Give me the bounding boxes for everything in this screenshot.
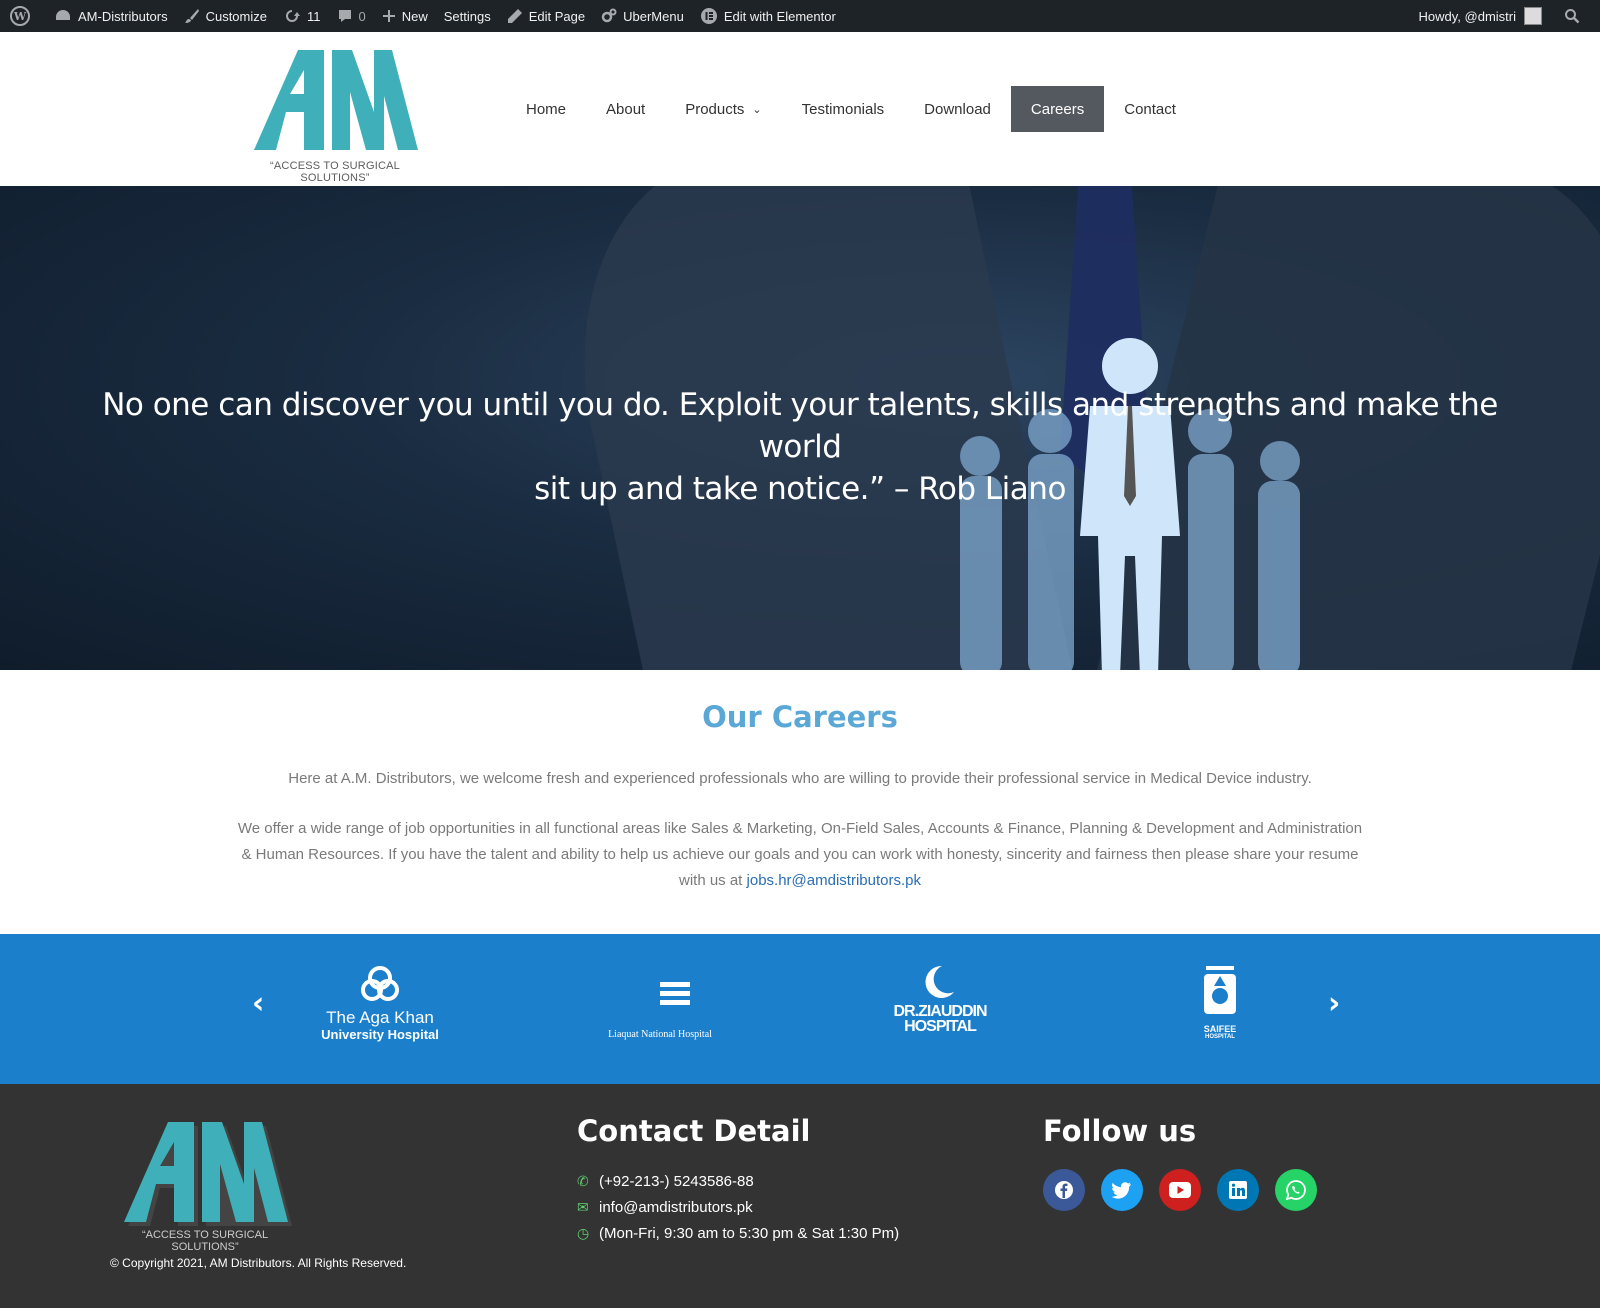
contact-email-text: info@amdistributors.pk (599, 1198, 753, 1216)
edit-elementor-label: Edit with Elementor (723, 8, 836, 24)
elementor-icon (700, 8, 717, 24)
gears-icon (601, 8, 617, 23)
careers-title: Our Careers (702, 700, 898, 734)
ubermenu-label: UberMenu (623, 8, 684, 24)
partner-subname: HOSPITAL (904, 1018, 977, 1035)
contact-phone-text: (+92-213-) 5243586-88 (599, 1172, 754, 1190)
site-name-label: AM-Distributors (78, 8, 168, 24)
comment-icon (338, 10, 351, 22)
nav-item-products[interactable]: Products ⌄ (665, 86, 781, 132)
copyright-text: © Copyright 2021, AM Distributors. All R… (110, 1256, 407, 1270)
admin-search-icon[interactable] (1550, 0, 1600, 32)
site-footer: “ACCESS TO SURGICAL SOLUTIONS” © Copyrig… (0, 1084, 1600, 1308)
partner-name: DR.ZIAUDDIN (893, 1003, 988, 1020)
nav-item-testimonials[interactable]: Testimonials (782, 86, 905, 132)
partner-logo-aga-khan: The Aga Khan University Hospital (310, 964, 450, 1054)
careers-section: Our Careers Here at A.M. Distributors, w… (0, 670, 1600, 934)
partner-subname: University Hospital (321, 1027, 439, 1042)
chevron-left-icon[interactable]: ‹ (252, 986, 264, 1021)
chevron-down-icon: ⌄ (752, 103, 762, 116)
updates-link[interactable]: 11 (275, 0, 329, 32)
logo-tagline: “ACCESS TO SURGICAL SOLUTIONS” (270, 160, 400, 184)
social-links (1043, 1169, 1333, 1211)
partner-logo-saifee: SAIFEE HOSPITAL (1190, 964, 1250, 1054)
liaquat-logo-icon (634, 970, 690, 1018)
am-logo-icon (254, 50, 418, 150)
edit-page-label: Edit Page (528, 8, 586, 24)
clock-icon: ◷ (577, 1224, 590, 1241)
hero-quote: No one can discover you until you do. Ex… (100, 384, 1500, 510)
wordpress-logo-icon[interactable]: W (0, 0, 46, 32)
contact-list: ✆ (+92-213-) 5243586-88 ✉ info@amdistrib… (577, 1168, 899, 1246)
updates-icon (286, 10, 300, 22)
site-name-link[interactable]: AM-Distributors (46, 0, 176, 32)
brush-icon (184, 9, 199, 23)
twitter-icon[interactable] (1101, 1169, 1143, 1211)
pencil-icon (507, 9, 522, 23)
saifee-logo-icon (1204, 966, 1236, 1014)
hero-quote-line-1: No one can discover you until you do. Ex… (102, 387, 1498, 465)
phone-icon: ✆ (577, 1172, 589, 1189)
contact-hours: ◷ (Mon-Fri, 9:30 am to 5:30 pm & Sat 1:3… (577, 1220, 899, 1246)
partner-logo-ziauddin: DR.ZIAUDDIN HOSPITAL (880, 964, 1000, 1054)
partner-name: The Aga Khan (326, 1008, 434, 1027)
follow-us-title: Follow us (1043, 1114, 1197, 1148)
site-header: “ACCESS TO SURGICAL SOLUTIONS” Home Abou… (0, 32, 1600, 186)
footer-logo-tagline: “ACCESS TO SURGICAL SOLUTIONS” (141, 1229, 269, 1253)
settings-label: Settings (443, 8, 491, 24)
whatsapp-icon[interactable] (1275, 1169, 1317, 1211)
ubermenu-link[interactable]: UberMenu (593, 0, 692, 32)
dashboard-icon (56, 10, 70, 20)
footer-logo[interactable] (110, 1114, 310, 1244)
edit-elementor-link[interactable]: Edit with Elementor (692, 0, 844, 32)
hero-quote-line-2: sit up and take notice.” – Rob Liano (534, 471, 1066, 507)
edit-page-link[interactable]: Edit Page (499, 0, 593, 32)
customize-label: Customize (205, 8, 267, 24)
nav-item-products-label: Products (685, 100, 745, 118)
settings-link[interactable]: Settings (436, 0, 499, 32)
my-account-link[interactable]: Howdy, @dmistri (1411, 0, 1550, 32)
nav-item-careers[interactable]: Careers (1010, 86, 1105, 132)
facebook-icon[interactable] (1043, 1169, 1085, 1211)
partner-name: SAIFEE (1203, 1024, 1237, 1034)
wp-admin-bar: W AM-Distributors Customize 11 0 New Set… (0, 0, 1600, 32)
linkedin-icon[interactable] (1217, 1169, 1259, 1211)
partner-subname: HOSPITAL (1205, 1034, 1235, 1040)
contact-hours-text: (Mon-Fri, 9:30 am to 5:30 pm & Sat 1:30 … (599, 1224, 900, 1242)
careers-intro: Here at A.M. Distributors, we welcome fr… (288, 770, 1312, 787)
main-navigation: Home About Products ⌄ Testimonials Downl… (506, 86, 1196, 132)
site-logo[interactable]: “ACCESS TO SURGICAL SOLUTIONS” (240, 42, 430, 184)
partner-logo-liaquat: Liaquat National Hospital (590, 964, 730, 1054)
careers-description: We offer a wide range of job opportuniti… (235, 816, 1365, 894)
plus-icon (382, 10, 395, 22)
nav-item-home[interactable]: Home (506, 86, 586, 132)
partner-name: Liaquat National Hospital (608, 1029, 712, 1040)
updates-count: 11 (307, 8, 321, 24)
chevron-right-icon[interactable]: › (1328, 986, 1340, 1021)
partners-carousel: ‹ The Aga Khan University Hospital Liaqu… (0, 934, 1600, 1084)
ziauddin-logo-icon (925, 965, 954, 998)
contact-detail-title: Contact Detail (577, 1114, 811, 1148)
nav-item-contact[interactable]: Contact (1104, 86, 1196, 132)
envelope-icon: ✉ (577, 1198, 589, 1215)
svg-text:W: W (13, 10, 27, 23)
hero-banner: No one can discover you until you do. Ex… (0, 186, 1600, 670)
am-logo-icon (124, 1122, 292, 1226)
nav-item-download[interactable]: Download (904, 86, 1011, 132)
comments-count: 0 (358, 8, 366, 24)
nav-item-about[interactable]: About (586, 86, 665, 132)
new-label: New (401, 8, 428, 24)
avatar (1524, 7, 1542, 25)
howdy-label: Howdy, @dmistri (1418, 8, 1516, 24)
customize-link[interactable]: Customize (176, 0, 275, 32)
aga-khan-logo-icon (361, 966, 399, 1001)
comments-link[interactable]: 0 (329, 0, 374, 32)
careers-email-link[interactable]: jobs.hr@amdistributors.pk (747, 872, 921, 889)
contact-email[interactable]: ✉ info@amdistributors.pk (577, 1194, 899, 1220)
youtube-icon[interactable] (1159, 1169, 1201, 1211)
new-content-link[interactable]: New (374, 0, 436, 32)
contact-phone[interactable]: ✆ (+92-213-) 5243586-88 (577, 1168, 899, 1194)
